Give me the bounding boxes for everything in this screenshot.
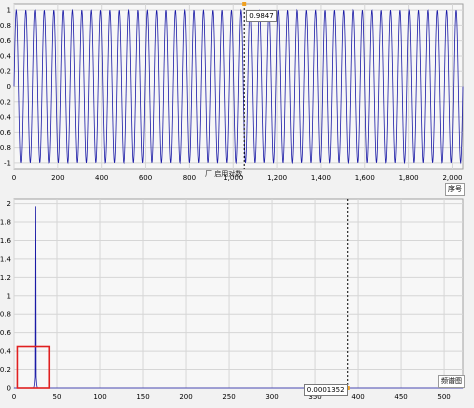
spectrum-chart: 0 50 100 150 200 250 300 350 400 450 500 2 1.8 1.6 1.4… bbox=[0, 195, 474, 404]
y-tick-label: 0.6 bbox=[0, 329, 12, 337]
y-tick-label: -0.4 bbox=[0, 114, 12, 122]
spectrum-button[interactable]: 频谱图 bbox=[438, 375, 465, 388]
cursor-marker bbox=[242, 2, 247, 6]
y-tick-label: 0.2 bbox=[0, 68, 11, 76]
y-tick-label: -0.8 bbox=[0, 144, 11, 152]
x-axis-index-button[interactable]: 序号 bbox=[445, 183, 465, 196]
x-tick-label: 200 bbox=[179, 393, 192, 401]
y-tick-label: 2 bbox=[7, 200, 11, 208]
x-tick-label: 1,600 bbox=[355, 174, 375, 182]
x-tick-label: 1,400 bbox=[311, 174, 331, 182]
plot-area bbox=[13, 198, 464, 389]
y-tick-label: -0.2 bbox=[0, 98, 11, 106]
y-tick-label: 1.4 bbox=[0, 255, 12, 263]
time-domain-chart: 0 200 400 600 800 1,000 1,200 1,400 1,600 1,800 2,… bbox=[0, 0, 474, 195]
y-tick-label: 0.2 bbox=[0, 366, 11, 374]
y-tick-label: 0.6 bbox=[0, 37, 12, 45]
x-tick-label: 400 bbox=[351, 393, 364, 401]
y-tick-label: 0 bbox=[7, 385, 11, 393]
time-domain-plot: 0 200 400 600 800 1,000 1,200 1,400 1,600 1,800 2,… bbox=[0, 2, 464, 182]
y-tick-label: 1 bbox=[7, 7, 11, 15]
x-tick-label: 300 bbox=[265, 393, 278, 401]
y-tick-label: 1.6 bbox=[0, 237, 12, 245]
x-tick-label: 2,000 bbox=[442, 174, 462, 182]
x-tick-label: 600 bbox=[139, 174, 152, 182]
x-tick-label: 50 bbox=[53, 393, 62, 401]
x-tick-label: 400 bbox=[95, 174, 108, 182]
y-tick-label: 0.4 bbox=[0, 348, 12, 356]
bottom-cursor-readout: 0.0001352 bbox=[303, 384, 348, 396]
y-tick-label: -0.6 bbox=[0, 129, 12, 137]
y-tick-label: 1 bbox=[7, 292, 11, 300]
spectrum-plot: 0 50 100 150 200 250 300 350 400 450 50021.81.61.4… bbox=[0, 198, 464, 401]
x-tick-label: 250 bbox=[222, 393, 235, 401]
x-tick-label: 1,800 bbox=[399, 174, 419, 182]
y-tick-label: 1.2 bbox=[0, 274, 11, 282]
x-tick-label: 100 bbox=[93, 393, 106, 401]
y-tick-label: 0.8 bbox=[0, 22, 11, 30]
y-tick-label: 1.8 bbox=[0, 219, 11, 227]
y-tick-label: 0.4 bbox=[0, 52, 12, 60]
x-tick-label: 1,200 bbox=[267, 174, 287, 182]
x-tick-label: 0 bbox=[12, 393, 16, 401]
x-tick-label: 200 bbox=[51, 174, 64, 182]
top-cursor-readout: 0.9847 bbox=[246, 10, 277, 22]
x-tick-label: 800 bbox=[183, 174, 196, 182]
y-tick-label: -1 bbox=[4, 159, 11, 167]
x-tick-label: 450 bbox=[394, 393, 407, 401]
x-tick-label: 500 bbox=[437, 393, 450, 401]
y-tick-label: 0.8 bbox=[0, 311, 11, 319]
log-scale-caption[interactable]: 厂 启用对数 bbox=[205, 169, 242, 179]
x-tick-label: 0 bbox=[12, 174, 16, 182]
x-tick-label: 150 bbox=[136, 393, 149, 401]
y-tick-label: 0 bbox=[7, 83, 11, 91]
